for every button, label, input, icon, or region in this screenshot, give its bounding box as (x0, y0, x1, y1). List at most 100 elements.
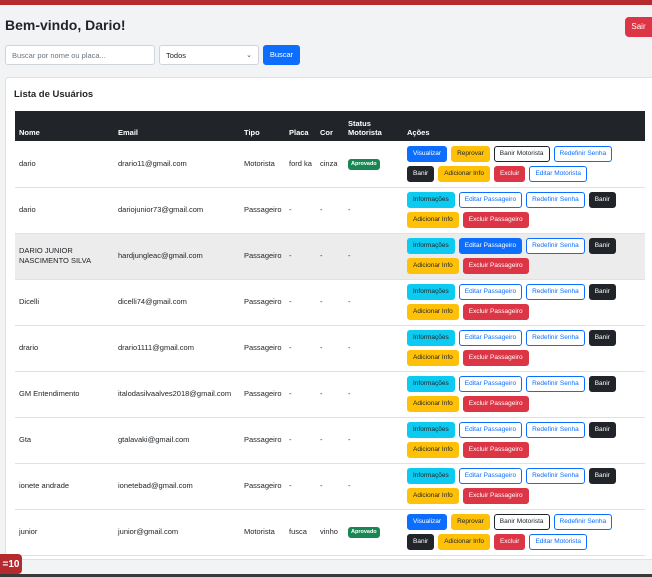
cell-status: - (344, 325, 403, 371)
adicionar-info-button[interactable]: Adicionar Info (407, 442, 459, 458)
editar-passageiro-button[interactable]: Editar Passageiro (458, 330, 523, 346)
editar-motorista-button[interactable]: Editar Motorista (529, 165, 587, 182)
informacoes-button[interactable]: Informações (407, 284, 455, 300)
card-title: Lista de Usuários (14, 89, 94, 100)
redefinir-senha-button[interactable]: Redefinir Senha (526, 238, 585, 254)
editar-passageiro-button[interactable]: Editar Passageiro (458, 284, 523, 300)
informacoes-button[interactable]: Informações (407, 422, 455, 438)
redefinir-senha-button[interactable]: Redefinir Senha (526, 284, 585, 300)
reprovar-button[interactable]: Reprovar (451, 145, 490, 162)
banir-button[interactable]: Banir (407, 165, 435, 182)
cell-placa: fusca (289, 526, 307, 536)
table-row: dario dariojunior73@gmail.com Passageiro - -… (15, 187, 645, 233)
banir-button[interactable]: Banir (588, 468, 616, 484)
banir-motorista-button[interactable]: Banir Motorista (493, 514, 550, 530)
redefinir-senha-button[interactable]: Redefinir Senha (526, 422, 585, 438)
cell-actions: Informações Editar Passageiro Redefinir Se… (403, 233, 645, 279)
cell-nome: GM Entendimento (19, 388, 80, 398)
cell-actions: Visualizar Reprovar Banir Motorista Redefin… (403, 141, 645, 187)
chevron-down-icon: ⌄ (246, 52, 252, 59)
informacoes-button[interactable]: Informações (407, 192, 455, 208)
redefinir-senha-button[interactable]: Redefinir Senha (526, 330, 585, 346)
editar-passageiro-button[interactable]: Editar Passageiro (458, 238, 523, 254)
cell-nome: dario (19, 204, 36, 214)
header-placa: Placa (289, 128, 309, 138)
informacoes-button[interactable]: Informações (407, 376, 455, 392)
editar-passageiro-button[interactable]: Editar Passageiro (458, 468, 523, 484)
table-row: drario drario1111@gmail.com Passageiro - - - I… (15, 325, 645, 371)
cell-cor: - (320, 250, 323, 260)
banir-button[interactable]: Banir (588, 192, 616, 208)
editar-passageiro-button[interactable]: Editar Passageiro (458, 422, 523, 438)
informacoes-button[interactable]: Informações (407, 330, 455, 346)
reprovar-button[interactable]: Reprovar (451, 514, 490, 530)
excluir-passageiro-button[interactable]: Excluir Passageiro (462, 258, 529, 274)
redefinir-senha-button[interactable]: Redefinir Senha (553, 514, 613, 530)
adicionar-info-button[interactable]: Adicionar Info (407, 396, 459, 412)
type-filter-select[interactable]: Todos ⌄ (159, 45, 259, 65)
banir-button[interactable]: Banir (588, 238, 616, 254)
adicionar-info-button[interactable]: Adicionar Info (438, 165, 490, 182)
cell-email: dariojunior73@gmail.com (118, 204, 204, 214)
cell-cor: - (320, 480, 323, 490)
excluir-passageiro-button[interactable]: Excluir Passageiro (462, 304, 529, 320)
cell-tipo: Motorista (244, 158, 275, 168)
banir-button[interactable]: Banir (588, 284, 616, 300)
editar-passageiro-button[interactable]: Editar Passageiro (458, 376, 523, 392)
search-input[interactable] (5, 45, 155, 65)
cell-placa: - (289, 434, 292, 444)
status-text: - (348, 296, 351, 306)
editar-motorista-button[interactable]: Editar Motorista (529, 534, 587, 550)
cell-nome: DARIO JUNIOR NASCIMENTO SILVA (19, 245, 92, 265)
cell-placa: - (289, 250, 292, 260)
cell-email: junior@gmail.com (118, 526, 179, 536)
editar-passageiro-button[interactable]: Editar Passageiro (458, 192, 523, 208)
cell-tipo: Motorista (244, 526, 275, 536)
excluir-button[interactable]: Excluir (493, 165, 526, 182)
banir-button[interactable]: Banir (588, 376, 616, 392)
adicionar-info-button[interactable]: Adicionar Info (407, 304, 459, 320)
cell-status: - (344, 417, 403, 463)
informacoes-button[interactable]: Informações (407, 468, 455, 484)
adicionar-info-button[interactable]: Adicionar Info (407, 488, 459, 504)
excluir-passageiro-button[interactable]: Excluir Passageiro (462, 350, 529, 366)
excluir-button[interactable]: Excluir (493, 534, 526, 550)
banir-motorista-button[interactable]: Banir Motorista (493, 145, 550, 162)
actions-group: Informações Editar Passageiro Redefinir Se… (407, 376, 645, 412)
cell-tipo: Passageiro (244, 296, 282, 306)
table-row: dario drario11@gmail.com Motorista ford ka c… (15, 141, 645, 187)
banir-button[interactable]: Banir (407, 534, 435, 550)
table-row: Dicelli dicelli74@gmail.com Passageiro - - - I… (15, 279, 645, 325)
adicionar-info-button[interactable]: Adicionar Info (438, 534, 490, 550)
cell-cor: - (320, 434, 323, 444)
cell-nome: drario (19, 342, 39, 352)
adicionar-info-button[interactable]: Adicionar Info (407, 350, 459, 366)
actions-group: Informações Editar Passageiro Redefinir Se… (407, 468, 645, 504)
status-text: - (348, 204, 351, 214)
redefinir-senha-button[interactable]: Redefinir Senha (526, 468, 585, 484)
excluir-passageiro-button[interactable]: Excluir Passageiro (462, 442, 529, 458)
cell-placa: - (289, 480, 292, 490)
excluir-passageiro-button[interactable]: Excluir Passageiro (462, 396, 529, 412)
redefinir-senha-button[interactable]: Redefinir Senha (526, 376, 585, 392)
excluir-passageiro-button[interactable]: Excluir Passageiro (462, 212, 529, 228)
status-text: - (348, 480, 351, 490)
redefinir-senha-button[interactable]: Redefinir Senha (553, 145, 613, 162)
informacoes-button[interactable]: Informações (407, 238, 455, 254)
actions-group: Visualizar Reprovar Banir Motorista Redefin… (407, 514, 645, 550)
excluir-passageiro-button[interactable]: Excluir Passageiro (462, 488, 529, 504)
adicionar-info-button[interactable]: Adicionar Info (407, 258, 459, 274)
actions-group: Informações Editar Passageiro Redefinir Se… (407, 192, 645, 228)
logout-button[interactable]: Sair (625, 17, 652, 37)
banir-button[interactable]: Banir (588, 422, 616, 438)
actions-group: Informações Editar Passageiro Redefinir Se… (407, 238, 645, 274)
redefinir-senha-button[interactable]: Redefinir Senha (526, 192, 585, 208)
cell-actions: Visualizar Reprovar Banir Motorista Redefin… (403, 509, 645, 555)
visualizar-button[interactable]: Visualizar (407, 514, 448, 530)
adicionar-info-button[interactable]: Adicionar Info (407, 212, 459, 228)
visualizar-button[interactable]: Visualizar (407, 145, 448, 162)
actions-group: Informações Editar Passageiro Redefinir Se… (407, 330, 645, 366)
search-button[interactable]: Buscar (263, 45, 300, 65)
cell-status: - (344, 279, 403, 325)
banir-button[interactable]: Banir (588, 330, 616, 346)
